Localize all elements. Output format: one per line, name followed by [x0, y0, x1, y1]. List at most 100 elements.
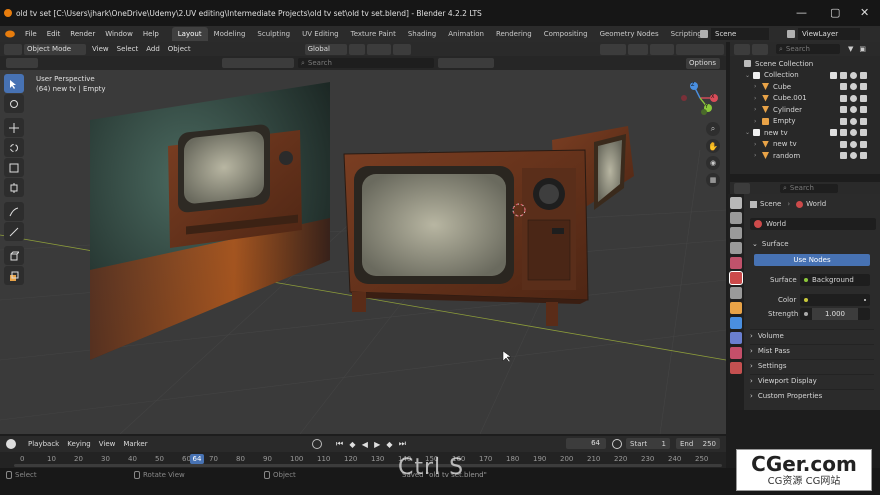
checkbox-icon[interactable] — [830, 141, 837, 148]
filter-icon[interactable]: ▼ — [848, 45, 853, 53]
jump-end-icon[interactable]: ⏭ — [399, 439, 406, 449]
visibility-icon[interactable] — [600, 43, 626, 55]
filter-icons[interactable] — [222, 58, 294, 68]
outliner-row[interactable]: › new tv — [730, 139, 880, 150]
panel-header[interactable]: › Viewport Display — [750, 374, 874, 386]
outliner-editor-icon[interactable] — [734, 43, 750, 55]
chevron-right-icon[interactable]: › — [754, 83, 762, 90]
viewport-search[interactable]: ⌕ Search — [298, 58, 434, 68]
camera-icon[interactable] — [860, 94, 867, 102]
pan-hand-icon[interactable]: ✋ — [706, 139, 720, 153]
rotate-tool-icon[interactable] — [4, 138, 24, 157]
playback-controls[interactable]: ⏮ ◆ ◀ ▶ ◆ ⏭ — [336, 438, 406, 450]
new-collection-icon[interactable]: ▣ — [859, 45, 866, 53]
menu-help[interactable]: Help — [138, 26, 164, 42]
select-mode-icon[interactable] — [6, 58, 38, 68]
chevron-right-icon[interactable]: › — [754, 118, 762, 125]
menu-window[interactable]: Window — [100, 26, 138, 42]
camera-view-icon[interactable]: ◉ — [706, 156, 720, 170]
tab-layout[interactable]: Layout — [171, 27, 208, 41]
next-keyframe-icon[interactable]: ◆ — [386, 440, 392, 449]
eye-icon[interactable] — [850, 129, 857, 136]
panel-header[interactable]: › Mist Pass — [750, 344, 874, 356]
outliner-row[interactable]: ⌄ new tv — [730, 127, 880, 138]
panel-header[interactable]: › Settings — [750, 359, 874, 371]
camera-icon[interactable] — [860, 117, 867, 125]
surface-panel-header[interactable]: ⌄ Surface — [752, 239, 789, 249]
record-button[interactable] — [312, 439, 322, 449]
checkbox-icon[interactable] — [830, 118, 837, 125]
menu-object[interactable]: Object — [164, 44, 195, 55]
camera-icon[interactable] — [860, 106, 867, 113]
outliner-row[interactable]: › Cylinder — [730, 104, 880, 115]
properties-search[interactable]: ⌕ Search — [780, 183, 838, 193]
select-arrow-icon[interactable] — [840, 117, 847, 125]
eye-icon[interactable] — [850, 106, 857, 113]
outliner-row[interactable]: Scene Collection — [730, 58, 880, 69]
chevron-right-icon[interactable]: › — [754, 95, 762, 102]
tab-uv-editing[interactable]: UV Editing — [296, 27, 345, 41]
close-button[interactable]: ✕ — [860, 6, 869, 19]
checkbox-icon[interactable] — [830, 83, 837, 90]
options-button[interactable]: Options — [686, 58, 720, 69]
menu-select[interactable]: Select — [113, 44, 143, 55]
tab-animation[interactable]: Animation — [442, 27, 490, 41]
frame-end-field[interactable]: End 250 — [676, 438, 720, 449]
view-layer-tab-icon[interactable] — [730, 242, 742, 254]
proportional-edit-icon[interactable] — [392, 43, 411, 55]
chevron-down-icon[interactable]: ⌄ — [745, 129, 753, 136]
object-mode-dropdown[interactable]: Object Mode — [24, 43, 86, 55]
maximize-button[interactable]: ▢ — [830, 6, 840, 19]
outliner-row[interactable]: ⌄ Collection — [730, 70, 880, 81]
properties-editor-icon[interactable] — [734, 182, 750, 194]
minimize-button[interactable]: — — [796, 6, 807, 19]
timeline-editor-icon[interactable] — [6, 439, 16, 449]
panel-header[interactable]: › Volume — [750, 329, 874, 341]
gizmo-icon[interactable] — [628, 43, 648, 55]
color-field[interactable] — [800, 294, 870, 306]
scene-selector[interactable]: Scene — [711, 28, 769, 40]
add-cube-tool-icon[interactable] — [4, 246, 24, 265]
camera-icon[interactable] — [860, 71, 867, 79]
outliner-row[interactable]: › Empty — [730, 116, 880, 127]
measure-tool-icon[interactable] — [4, 222, 24, 241]
checkbox-icon[interactable] — [830, 152, 837, 159]
tab-modeling[interactable]: Modeling — [208, 27, 252, 41]
transform-orientation-dropdown[interactable]: Global — [304, 43, 347, 55]
select-arrow-icon[interactable] — [840, 83, 847, 90]
output-tab-icon[interactable] — [730, 227, 742, 239]
jump-start-icon[interactable]: ⏮ — [336, 439, 343, 449]
orthographic-grid-icon[interactable]: ▦ — [706, 173, 720, 187]
tool-tab-icon[interactable] — [730, 197, 742, 209]
overlay-icon[interactable] — [650, 43, 674, 55]
scene-tab-icon[interactable] — [730, 257, 742, 269]
3d-viewport[interactable]: User Perspective (64) new tv | Empty X Y… — [0, 70, 726, 434]
use-nodes-button[interactable]: Use Nodes — [754, 254, 870, 266]
menu-file[interactable]: File — [20, 26, 42, 42]
outliner-row[interactable]: › random — [730, 150, 880, 161]
tab-shading[interactable]: Shading — [402, 27, 442, 41]
tab-rendering[interactable]: Rendering — [490, 27, 538, 41]
select-box-tool-icon[interactable] — [4, 74, 24, 93]
extrude-tool-icon[interactable] — [4, 266, 24, 285]
select-arrow-icon[interactable] — [840, 152, 847, 159]
outliner-search[interactable]: ⌕ Search — [776, 44, 840, 54]
new-tv-mesh[interactable] — [343, 149, 589, 326]
tab-compositing[interactable]: Compositing — [538, 27, 594, 41]
menu-view[interactable]: View — [88, 44, 113, 55]
checkbox-icon[interactable] — [830, 129, 837, 136]
camera-icon[interactable] — [860, 152, 867, 159]
select-arrow-icon[interactable] — [840, 140, 847, 148]
menu-playback[interactable]: Playback — [24, 439, 63, 450]
data-tab-icon[interactable] — [730, 347, 742, 359]
transform-tool-icon[interactable] — [4, 178, 24, 197]
constraints-tab-icon[interactable] — [730, 332, 742, 344]
timeline-ruler[interactable]: 0 10 20 30 40 50 60 70 80 90 100 110 120 130 140 150 160… — [0, 452, 726, 468]
collection-tab-icon[interactable] — [730, 287, 742, 299]
zoom-icon[interactable]: ⌕ — [706, 122, 720, 136]
checkbox-icon[interactable] — [830, 106, 837, 113]
outliner-row[interactable]: › Cube — [730, 81, 880, 92]
surface-shader-field[interactable]: Background — [800, 274, 870, 286]
blender-menu-icon[interactable] — [5, 30, 15, 38]
checkbox-icon[interactable] — [830, 95, 837, 102]
